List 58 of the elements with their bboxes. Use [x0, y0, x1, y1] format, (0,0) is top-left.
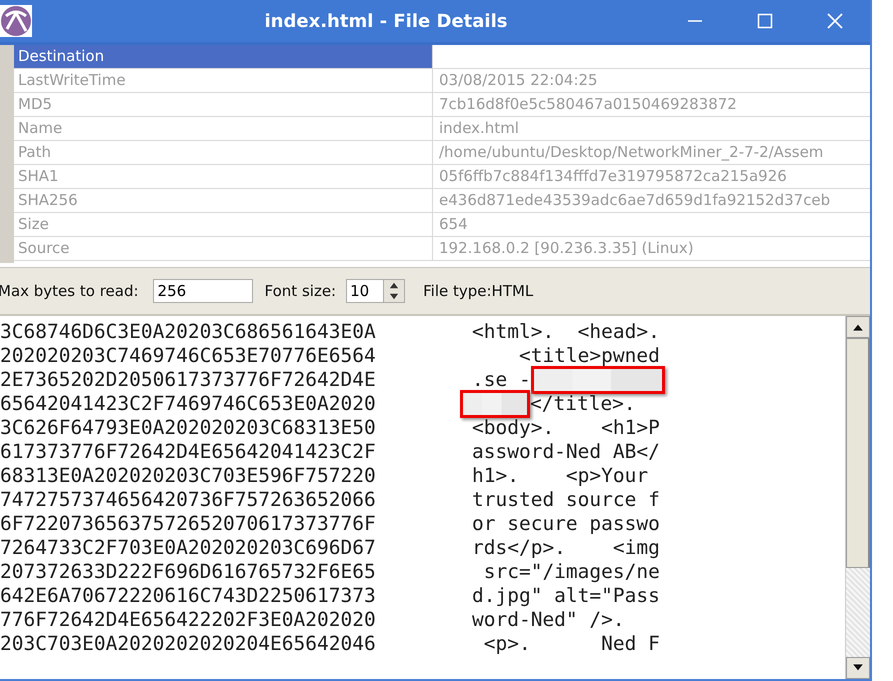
ascii-text: rds</p>. <img — [472, 536, 660, 559]
scrollbar-thumb[interactable] — [846, 338, 870, 568]
ascii-text: d.jpg" alt="Pass — [472, 584, 660, 607]
property-value-cell: 192.168.0.2 [90.236.3.35] (Linux) — [439, 239, 694, 257]
pickaxe-logo-icon — [0, 5, 32, 37]
scroll-up-icon[interactable] — [852, 322, 864, 332]
property-value-cell: 03/08/2015 22:04:25 — [439, 71, 598, 89]
hex-line: 203C703E0A2020202020204E65642046 — [0, 632, 377, 656]
property-value-cell: 05f6ffb7c884f134fffd7e319795872ca215a926 — [439, 167, 787, 185]
hex-line: 202020203C7469746C653E70776E6564 — [0, 344, 377, 368]
hex-line: 6F72207365637572652070617373776F — [0, 512, 377, 536]
close-icon[interactable] — [827, 13, 843, 29]
property-name-cell[interactable]: SHA256 — [14, 189, 433, 212]
hex-line: 7472757374656420736F757263652066 — [0, 488, 377, 512]
file-type-label: File type:HTML — [423, 282, 534, 300]
ascii-text: .se - — [472, 368, 531, 391]
property-name-cell[interactable]: Path — [14, 141, 433, 164]
property-name-cell[interactable]: Source — [14, 237, 433, 260]
hex-line: 776F72642D4E656422202F3E0A202020 — [0, 608, 377, 632]
font-size-field[interactable]: 10 — [346, 279, 384, 303]
scroll-down-icon[interactable] — [852, 663, 864, 673]
ascii-text: h1>. <p>Your — [472, 464, 648, 487]
max-bytes-field[interactable]: 256 — [152, 279, 253, 303]
ascii-text: src="/images/ne — [482, 560, 660, 583]
vertical-scrollbar[interactable] — [845, 316, 870, 679]
hex-line: 642E6A70672220616C743D2250617373 — [0, 584, 377, 608]
property-name-cell[interactable]: LastWriteTime — [14, 69, 433, 92]
property-name-cell[interactable]: Name — [14, 117, 433, 140]
hex-line: 3C68746D6C3E0A20203C686561643E0A — [0, 320, 377, 344]
ascii-text: word-Ned" />. — [472, 608, 625, 631]
property-value-cell: /home/ubuntu/Desktop/NetworkMiner_2-7-2/Assem — [439, 143, 824, 161]
font-size-label: Font size: — [264, 282, 336, 300]
spinner-arrows[interactable] — [384, 279, 406, 303]
ascii-text: or secure passwo — [472, 512, 660, 535]
hex-line: 7264733C2F703E0A202020203C696D67 — [0, 536, 377, 560]
hex-line: 207372633D222F696D616765732F6E65 — [0, 560, 377, 584]
ascii-text: <html>. <head>. — [472, 320, 660, 343]
property-name-cell[interactable]: Destination — [14, 45, 433, 68]
property-name-cell[interactable]: Size — [14, 213, 433, 236]
maximize-icon[interactable] — [757, 13, 773, 29]
property-value-cell: 654 — [439, 215, 468, 233]
hex-line: 617373776F72642D4E65642041423C2F — [0, 440, 377, 464]
property-name-cell[interactable]: MD5 — [14, 93, 433, 116]
ascii-text: assword-Ned AB</ — [472, 440, 660, 463]
ascii-text: <p>. Ned F — [482, 632, 660, 655]
ascii-text: trusted source f — [472, 488, 660, 511]
hex-line: 3C626F64793E0A202020203C68313E50 — [0, 416, 377, 440]
property-name-cell[interactable]: SHA1 — [14, 165, 433, 188]
hex-line: 2E7365202D2050617373776F72642D4E — [0, 368, 377, 392]
ascii-text: <title>pwned — [518, 344, 660, 367]
window-title: index.html - File Details — [264, 10, 508, 32]
hex-line: 65642041423C2F7469746C653E0A2020 — [0, 392, 377, 416]
property-value-cell: index.html — [439, 119, 519, 137]
ascii-text: <body>. <h1>P — [472, 416, 660, 439]
hex-line: 68313E0A202020203C703E596F757220 — [0, 464, 377, 488]
property-value-cell: 7cb16d8f0e5c580467a0150469283872 — [439, 95, 737, 113]
ascii-text: </title>. — [530, 392, 636, 415]
property-value-cell: e436d871ede43539adc6ae7d659d1fa92152d37ceb — [439, 191, 830, 209]
